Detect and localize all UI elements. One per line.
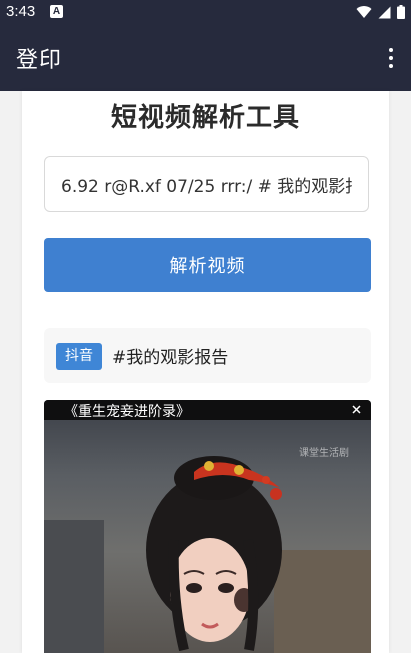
page-title: 短视频解析工具 bbox=[110, 103, 300, 133]
status-icons bbox=[356, 3, 405, 21]
video-caption: 《重生宠妾进阶录》 bbox=[64, 404, 190, 420]
video-title: #我的观影报告 bbox=[112, 348, 229, 368]
platform-badge: 抖音 bbox=[56, 343, 102, 370]
result-card: 抖音 #我的观影报告 bbox=[44, 328, 371, 383]
video-watermark: 课堂生活剧 bbox=[299, 448, 349, 459]
status-bar: 3:43 A bbox=[0, 0, 411, 24]
close-icon[interactable] bbox=[352, 405, 361, 414]
app-bar: 登印 bbox=[0, 24, 411, 91]
more-vert-icon[interactable] bbox=[381, 43, 401, 73]
video-caption-bar: 《重生宠妾进阶录》 bbox=[44, 400, 371, 420]
status-time: 3:43 bbox=[6, 3, 36, 20]
main-card: 短视频解析工具 解析视频 抖音 #我的观影报告 bbox=[22, 91, 389, 653]
video-frame-image bbox=[44, 456, 371, 653]
wifi-icon bbox=[356, 6, 372, 19]
app-title: 登印 bbox=[16, 48, 63, 73]
battery-icon bbox=[397, 5, 405, 19]
notification-icon: A bbox=[50, 5, 63, 18]
video-preview[interactable]: 《重生宠妾进阶录》 课堂生活剧 bbox=[44, 400, 371, 653]
cellular-icon bbox=[378, 6, 391, 18]
url-input[interactable] bbox=[44, 156, 369, 212]
parse-video-button[interactable]: 解析视频 bbox=[44, 238, 371, 292]
